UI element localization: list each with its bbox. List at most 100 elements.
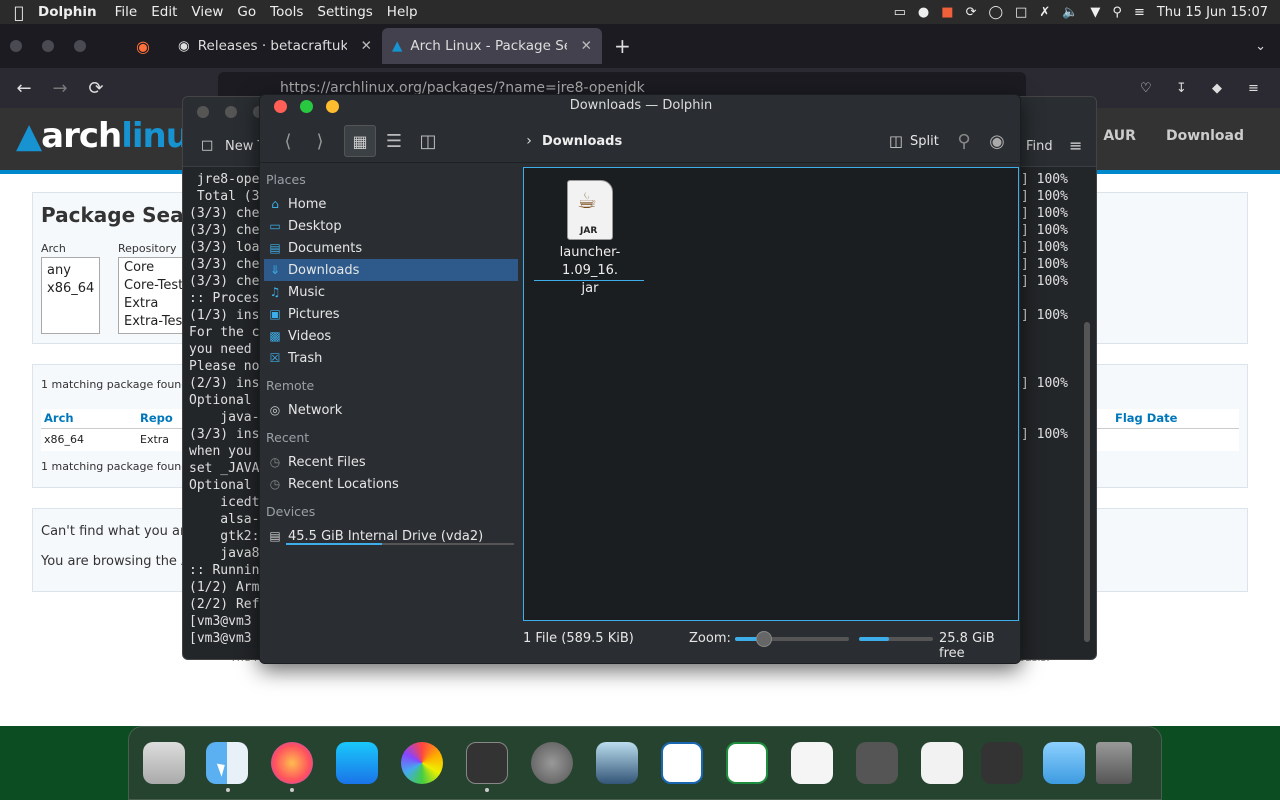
app-store-icon[interactable] [336, 742, 378, 784]
chevron-down-icon[interactable]: ▼ [1090, 5, 1100, 20]
column-flag-date[interactable]: Flag Date [1115, 411, 1177, 425]
place-home[interactable]: ⌂ Home [264, 193, 518, 215]
minimize-window-button[interactable] [225, 106, 238, 118]
place-music[interactable]: ♫ Music [264, 281, 518, 303]
dolphin-window[interactable]: Downloads — Dolphin ⟨ ⟩ ▦ ☰ ◫ › Download… [259, 94, 1021, 664]
split-button[interactable]: Split [910, 125, 939, 157]
column-arch[interactable]: Arch [44, 411, 74, 425]
clock[interactable]: Thu 15 Jun 15:07 [1157, 5, 1268, 20]
list-item[interactable]: x86_64 [47, 280, 94, 298]
calculator-icon[interactable] [981, 742, 1023, 784]
place-recent-files[interactable]: ◷ Recent Files [264, 451, 518, 473]
close-window-button[interactable] [197, 106, 209, 118]
arch-logo[interactable]: ▲archlinux [16, 116, 211, 156]
breadcrumb[interactable]: Downloads [542, 125, 622, 157]
download-icon[interactable]: ↧ [1176, 81, 1187, 96]
place-recent-locations[interactable]: ◷ Recent Locations [264, 473, 518, 495]
place-trash[interactable]: ☒ Trash [264, 347, 518, 369]
extensions-icon[interactable]: ◆ [1212, 81, 1222, 96]
volume-icon[interactable]: 🔈 [1062, 5, 1078, 20]
close-window-button[interactable] [274, 100, 287, 113]
control-center-icon[interactable]: ≡ [1134, 5, 1145, 20]
pocket-icon[interactable]: ♡ [1140, 81, 1152, 96]
reload-icon[interactable]: ⟳ [78, 78, 114, 99]
place-network[interactable]: ◎ Network [264, 399, 518, 421]
image-viewer-icon[interactable] [596, 742, 638, 784]
clipboard-icon[interactable]: □ [1015, 5, 1027, 20]
hamburger-menu-icon[interactable]: ≡ [1248, 81, 1259, 96]
place-documents[interactable]: ▤ Documents [264, 237, 518, 259]
list-item[interactable]: any [47, 262, 94, 280]
user-icon[interactable]: ● [918, 5, 929, 20]
compact-view-icon[interactable]: ◫ [414, 125, 442, 157]
terminal-output[interactable]: jre8-ope Total (3 (3/3) che (3/3) che (3/3)… [189, 171, 259, 647]
back-icon[interactable]: ← [6, 78, 42, 99]
menu-tools[interactable]: Tools [270, 4, 303, 20]
place-desktop[interactable]: ▭ Desktop [264, 215, 518, 237]
place-downloads[interactable]: ⇓ Downloads [264, 259, 518, 281]
hamburger-menu-icon[interactable]: ≡ [1069, 136, 1082, 155]
spreadsheet-icon[interactable] [726, 742, 768, 784]
zoom-slider-handle[interactable] [755, 631, 772, 647]
downloads-icon: ⇓ [269, 263, 281, 277]
apple-menu-icon[interactable]:  [0, 3, 38, 22]
close-tab-icon[interactable]: ✕ [361, 38, 372, 54]
zoom-window-button[interactable] [74, 40, 86, 52]
tab-arch-packages[interactable]: ▲ Arch Linux - Package Searc ✕ [381, 28, 602, 64]
sync-icon[interactable]: ⟳ [966, 5, 977, 20]
details-view-icon[interactable]: ☰ [380, 125, 408, 157]
nav-aur[interactable]: AUR [1103, 128, 1136, 144]
launchpad-icon[interactable] [143, 742, 185, 784]
new-tab-icon[interactable]: + [614, 34, 631, 58]
close-window-button[interactable] [10, 40, 22, 52]
search-icon[interactable]: ⚲ [952, 125, 976, 157]
trash-icon[interactable] [1096, 742, 1132, 784]
find-button[interactable]: Find [1026, 139, 1053, 154]
terminal-icon[interactable] [466, 742, 508, 784]
forward-icon[interactable]: → [42, 78, 78, 99]
toggle-panel-icon[interactable]: ◉ [984, 125, 1010, 157]
zoom-slider[interactable] [735, 631, 849, 647]
back-icon[interactable]: ⟨ [274, 125, 302, 157]
place-videos[interactable]: ▩ Videos [264, 325, 518, 347]
menu-settings[interactable]: Settings [317, 4, 372, 20]
downloads-folder-icon[interactable] [1043, 742, 1085, 784]
search-icon[interactable]: ⚲ [1112, 5, 1122, 20]
users-icon[interactable]: ◯ [988, 5, 1003, 20]
firefox-icon[interactable] [271, 742, 313, 784]
close-tab-icon[interactable]: ✕ [581, 38, 592, 54]
app-tray-icon[interactable]: ■ [941, 5, 953, 20]
place-pictures[interactable]: ▣ Pictures [264, 303, 518, 325]
list-tabs-icon[interactable]: ⌄ [1255, 39, 1266, 54]
photos-icon[interactable] [401, 742, 443, 784]
menu-go[interactable]: Go [237, 4, 256, 20]
zoom-window-button[interactable] [326, 100, 339, 113]
writer-icon[interactable] [661, 742, 703, 784]
forward-icon[interactable]: ⟩ [306, 125, 334, 157]
menu-view[interactable]: View [191, 4, 223, 20]
menu-help[interactable]: Help [387, 4, 418, 20]
finder-icon[interactable] [206, 742, 248, 784]
terminal-scrollbar[interactable] [1084, 322, 1090, 642]
minimize-window-button[interactable] [42, 40, 54, 52]
nav-download[interactable]: Download [1166, 128, 1244, 144]
file-item[interactable]: ☕ JAR launcher-1.09_16. jar [534, 176, 646, 296]
icons-view-icon[interactable]: ▦ [344, 125, 376, 157]
minimize-window-button[interactable] [300, 100, 313, 113]
battery-icon[interactable]: ▭ [894, 5, 906, 20]
arch-select[interactable]: any x86_64 [41, 257, 100, 334]
paint-icon[interactable] [791, 742, 833, 784]
system-preferences-icon[interactable] [531, 742, 573, 784]
app-menu[interactable]: Dolphin [38, 4, 97, 20]
text-editor-icon[interactable] [921, 742, 963, 784]
new-tab-icon[interactable]: □ [201, 138, 213, 153]
split-icon[interactable]: ◫ [884, 125, 908, 157]
menu-edit[interactable]: Edit [151, 4, 177, 20]
firefox-icon[interactable]: ◉ [136, 37, 150, 56]
tab-releases[interactable]: ◉ Releases · betacraftuk/beta ✕ [168, 28, 382, 64]
cassette-icon[interactable] [856, 742, 898, 784]
muted-icon[interactable]: ✗ [1039, 5, 1050, 20]
menu-file[interactable]: File [115, 4, 138, 20]
file-view[interactable]: ☕ JAR launcher-1.09_16. jar [523, 167, 1019, 621]
column-repo[interactable]: Repo [140, 411, 173, 425]
